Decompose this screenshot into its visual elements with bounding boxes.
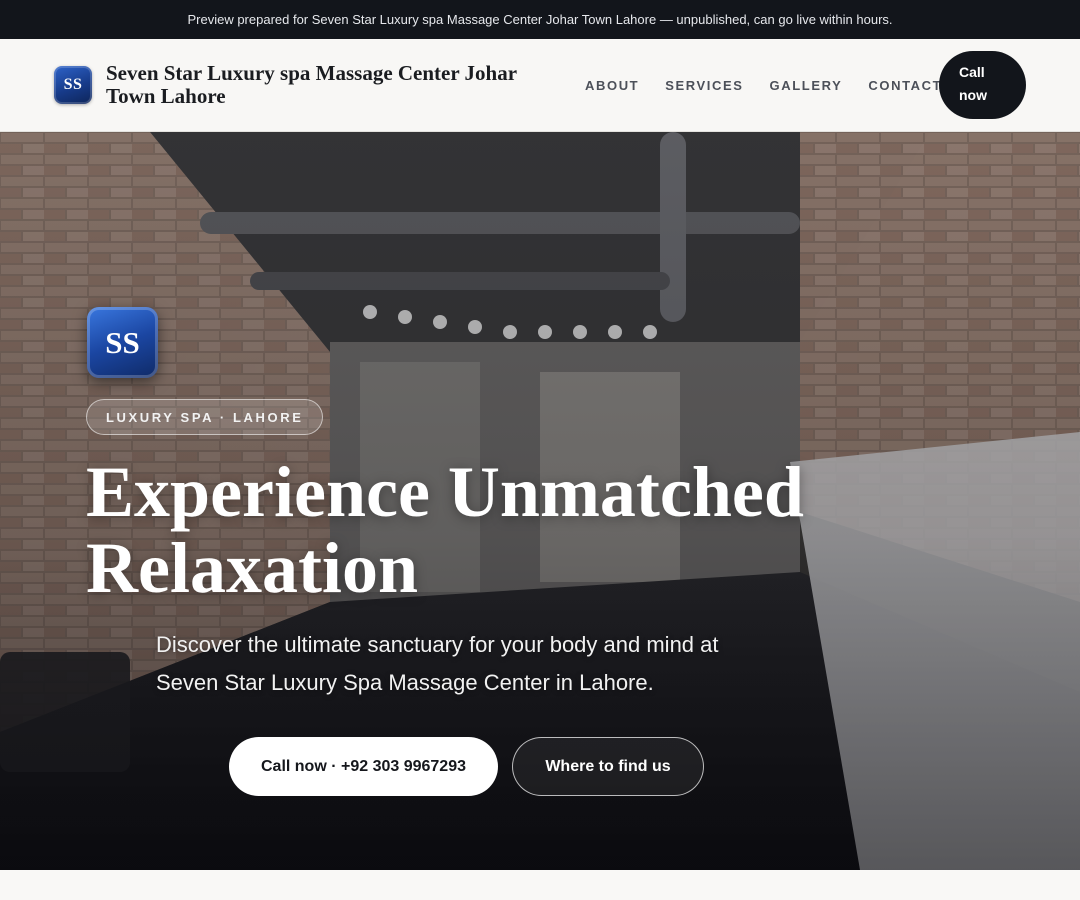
hero-subtext: Discover the ultimate sanctuary for your… <box>156 632 719 695</box>
brand-logo[interactable]: SS <box>54 66 92 104</box>
announcement-text: Preview prepared for Seven Star Luxury s… <box>187 12 893 27</box>
hero-logo-initials: SS <box>105 324 140 360</box>
header-call-button[interactable]: Call now <box>939 51 1026 119</box>
call-now-button[interactable]: Call now · +92 303 9967293 <box>229 737 498 796</box>
brand-logo-initials: SS <box>63 76 83 93</box>
next-section-edge <box>0 870 1080 900</box>
nav-about[interactable]: ABOUT <box>585 78 639 93</box>
hero-logo: SS <box>87 307 158 378</box>
hero-section: SS LUXURY SPA · LAHORE Experience Unmatc… <box>0 132 1080 870</box>
nav-gallery[interactable]: GALLERY <box>770 78 843 93</box>
site-header: SS Seven Star Luxury spa Massage Center … <box>0 39 1080 132</box>
hero-headline: Experience Unmatched Relaxation <box>86 452 804 608</box>
brand-name[interactable]: Seven Star Luxury spa Massage Center Joh… <box>106 62 566 108</box>
find-us-button[interactable]: Where to find us <box>512 737 704 796</box>
hero-tag: LUXURY SPA · LAHORE <box>86 399 324 435</box>
main-nav: ABOUT SERVICES GALLERY CONTACT <box>585 39 942 132</box>
announcement-bar: Preview prepared for Seven Star Luxury s… <box>0 0 1080 39</box>
nav-contact[interactable]: CONTACT <box>868 78 942 93</box>
nav-services[interactable]: SERVICES <box>665 78 743 93</box>
